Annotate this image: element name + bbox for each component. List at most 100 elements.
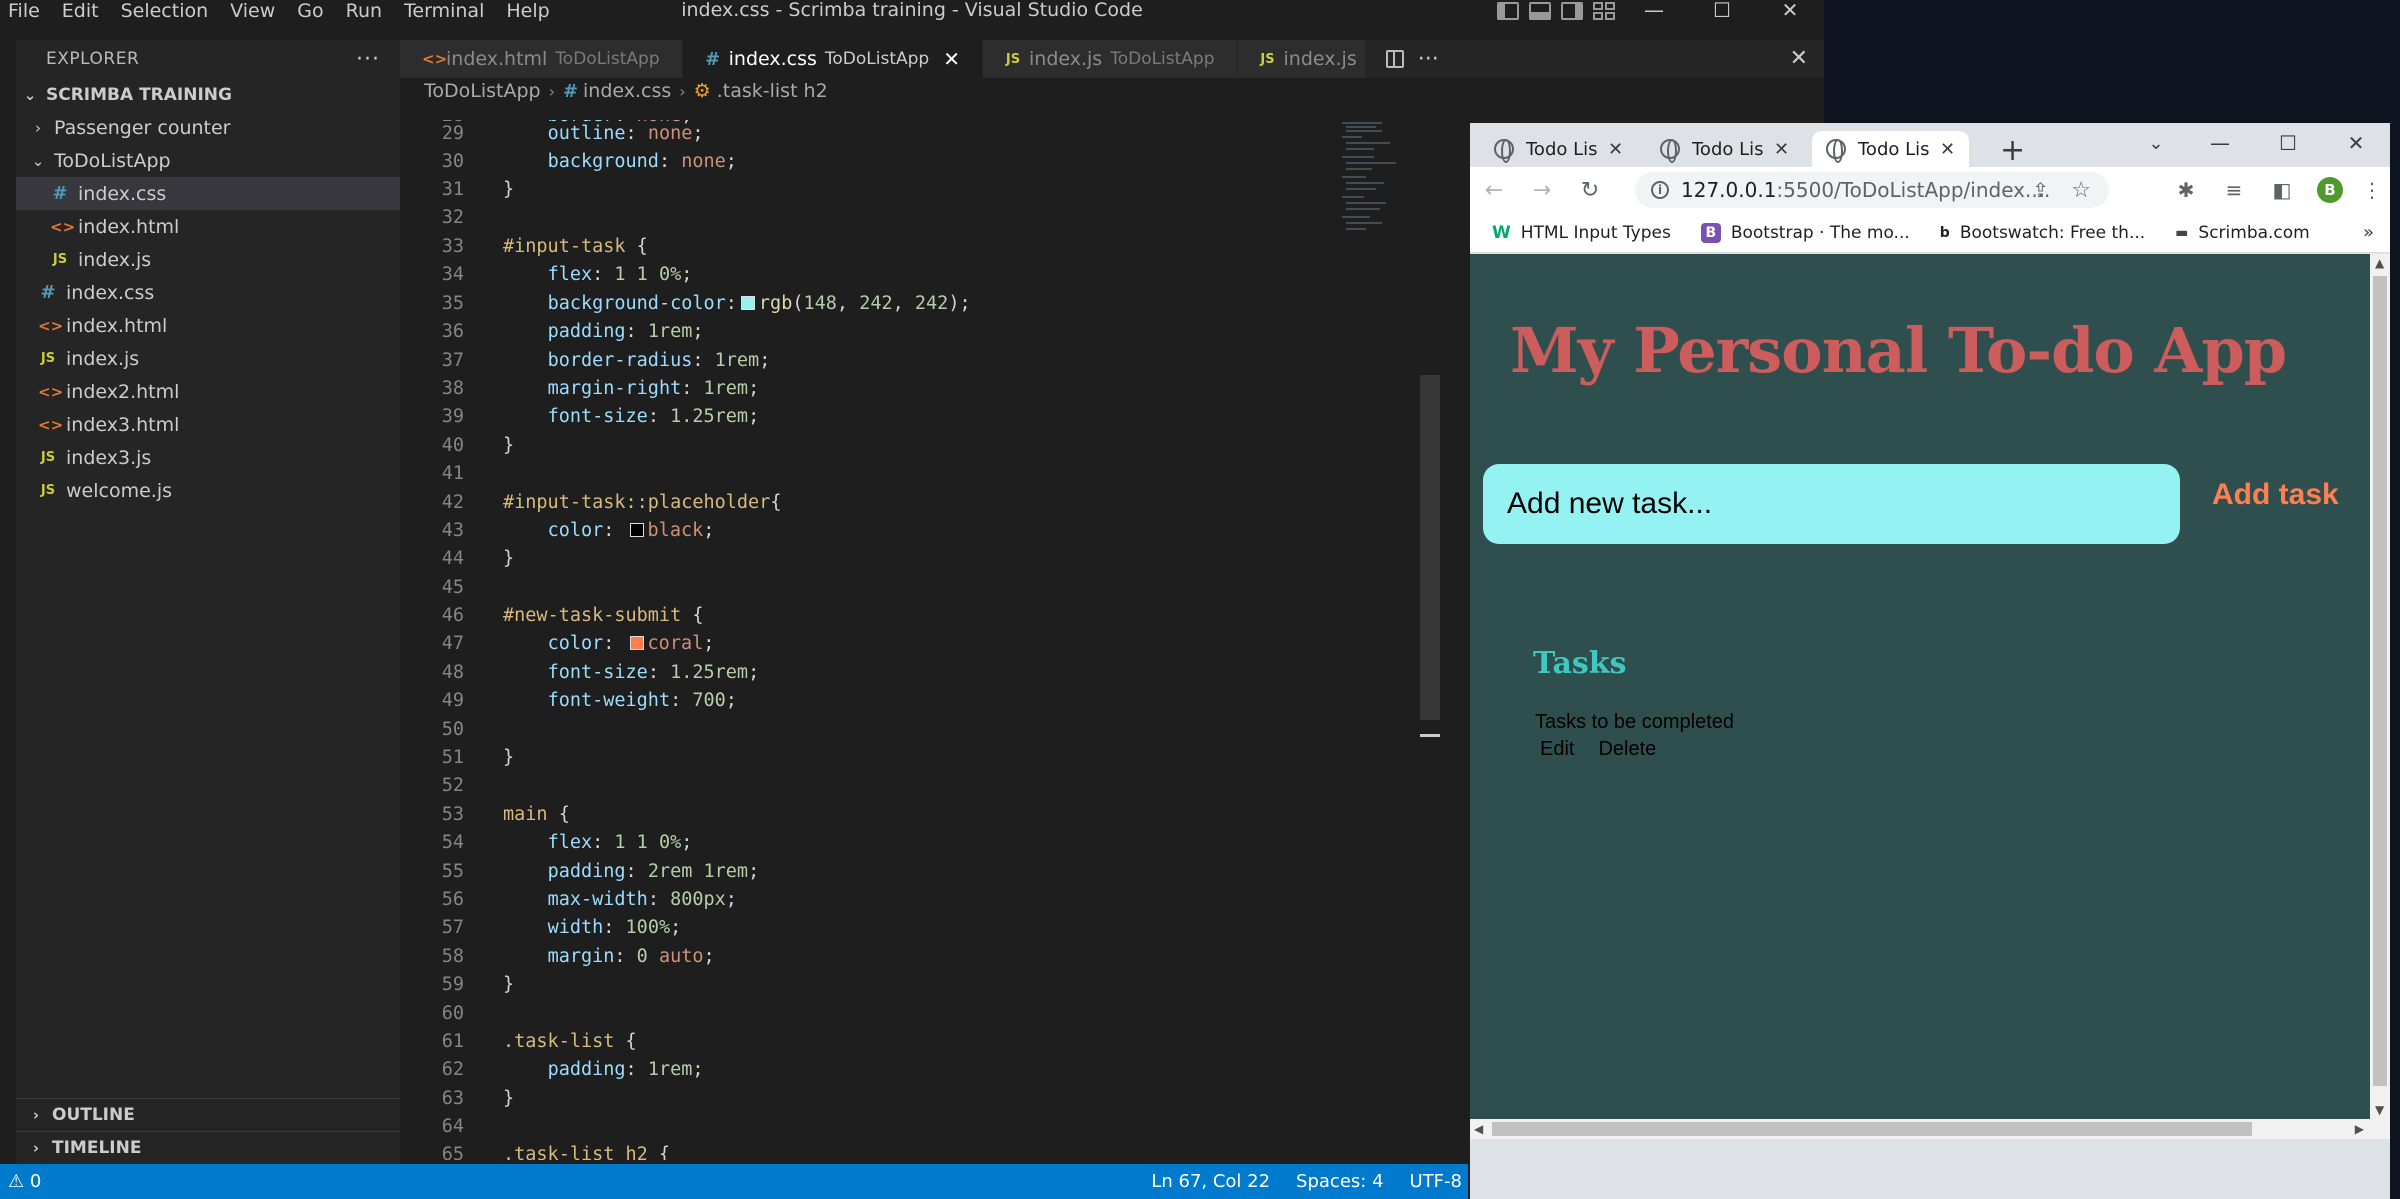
tree-file-index-html[interactable]: <> index.html bbox=[16, 309, 400, 342]
chrome-menu-icon[interactable]: ⋮ bbox=[2354, 178, 2390, 202]
task-actions: Edit Delete bbox=[1540, 738, 1680, 761]
menu-terminal[interactable]: Terminal bbox=[393, 0, 495, 22]
tab-index-css[interactable]: # index.css ToDoListApp ✕ bbox=[682, 40, 983, 78]
breadcrumb-file[interactable]: index.css bbox=[583, 80, 671, 102]
page-vertical-scrollbar[interactable]: ▲ ▼ bbox=[2370, 254, 2390, 1119]
close-tab-icon[interactable]: ✕ bbox=[1940, 139, 1955, 160]
chrome-tab-3[interactable]: Todo List ✕ bbox=[1812, 131, 1970, 167]
outline-panel-header[interactable]: › OUTLINE bbox=[16, 1098, 400, 1131]
reload-icon[interactable]: ↻ bbox=[1566, 178, 1614, 203]
code-editor[interactable]: 28 border: none; 29 outline: none; 30 ba… bbox=[400, 120, 1340, 1160]
close-tab-icon[interactable]: ✕ bbox=[1774, 139, 1789, 160]
editor-scrollbar[interactable] bbox=[1420, 375, 1440, 720]
scrollbar-thumb[interactable] bbox=[1492, 1122, 2252, 1136]
maximize-icon[interactable]: ☐ bbox=[1688, 0, 1756, 22]
new-task-input[interactable] bbox=[1483, 464, 2180, 544]
customize-layout-icon[interactable] bbox=[1593, 2, 1615, 20]
chrome-tab-2[interactable]: Todo List ✕ bbox=[1646, 131, 1803, 167]
back-icon[interactable]: ← bbox=[1470, 178, 1518, 203]
extensions-icon[interactable]: ✱ bbox=[2162, 178, 2210, 202]
side-panel-icon[interactable]: ◧ bbox=[2258, 178, 2306, 202]
tab-index-js[interactable]: JS index.js bbox=[1237, 40, 1366, 78]
scroll-right-icon[interactable]: ▶ bbox=[2355, 1122, 2364, 1136]
scroll-down-icon[interactable]: ▼ bbox=[2375, 1103, 2384, 1117]
color-swatch[interactable] bbox=[629, 523, 644, 537]
breadcrumb-folder[interactable]: ToDoListApp bbox=[424, 80, 541, 102]
chevron-down-icon: ⌄ bbox=[31, 151, 45, 170]
code-line: 42 #input-task::placeholder{ bbox=[441, 492, 782, 513]
indentation[interactable]: Spaces: 4 bbox=[1296, 1171, 1383, 1192]
tree-file-index-js[interactable]: JS index.js bbox=[16, 342, 400, 375]
tree-file-index-css[interactable]: # index.css bbox=[16, 276, 400, 309]
profile-avatar[interactable]: B bbox=[2317, 177, 2343, 203]
menu-run[interactable]: Run bbox=[335, 0, 393, 22]
tree-file-welcome-js[interactable]: JS welcome.js bbox=[16, 474, 400, 507]
tree-file-index3-html[interactable]: <> index3.html bbox=[16, 408, 400, 441]
encoding[interactable]: UTF-8 bbox=[1410, 1171, 1462, 1192]
split-editor-icon[interactable] bbox=[1385, 50, 1404, 68]
chrome-tab-1[interactable]: Todo List ✕ bbox=[1480, 131, 1637, 167]
color-swatch[interactable] bbox=[629, 636, 644, 650]
more-actions-icon[interactable]: ··· bbox=[356, 47, 380, 72]
add-task-button[interactable]: Add task bbox=[2212, 478, 2339, 512]
menu-file[interactable]: File bbox=[0, 0, 51, 22]
tree-folder-todolistapp[interactable]: ⌄ ToDoListApp bbox=[16, 144, 400, 177]
cursor-position[interactable]: Ln 67, Col 22 bbox=[1151, 1171, 1270, 1192]
breadcrumb-symbol[interactable]: .task-list h2 bbox=[717, 80, 828, 102]
toggle-panel-icon[interactable] bbox=[1529, 2, 1551, 20]
scroll-left-icon[interactable]: ◀ bbox=[1474, 1122, 1483, 1136]
bookmark-html-input-types[interactable]: W HTML Input Types bbox=[1492, 223, 1671, 243]
tree-folder-passenger-counter[interactable]: › Passenger counter bbox=[16, 111, 400, 144]
color-swatch[interactable] bbox=[740, 296, 755, 310]
maximize-icon[interactable]: ☐ bbox=[2254, 131, 2322, 155]
timeline-panel-header[interactable]: › TIMELINE bbox=[16, 1131, 400, 1164]
page-horizontal-scrollbar[interactable]: ◀ ▶ bbox=[1470, 1119, 2390, 1139]
explorer-title: EXPLORER bbox=[46, 49, 140, 69]
close-tab-icon[interactable]: ✕ bbox=[1608, 139, 1623, 160]
bookmark-bootswatch[interactable]: b Bootswatch: Free th... bbox=[1940, 223, 2145, 243]
minimize-icon[interactable]: — bbox=[2186, 131, 2254, 155]
tab-index-html[interactable]: <> index.html ToDoListApp bbox=[400, 40, 683, 78]
site-info-icon[interactable]: i bbox=[1651, 181, 1669, 199]
bookmark-bootstrap[interactable]: B Bootstrap · The mo... bbox=[1700, 222, 1910, 243]
close-tab-icon[interactable]: ✕ bbox=[943, 47, 960, 71]
menu-view[interactable]: View bbox=[219, 0, 286, 22]
app-title: My Personal To-do App bbox=[1510, 314, 2287, 387]
scroll-up-icon[interactable]: ▲ bbox=[2375, 256, 2384, 270]
more-actions-icon[interactable]: ··· bbox=[1418, 47, 1439, 72]
menu-edit[interactable]: Edit bbox=[51, 0, 110, 22]
page-viewport: My Personal To-do App Add task Tasks Tas… bbox=[1470, 254, 2370, 1119]
minimap[interactable] bbox=[1340, 120, 1450, 240]
media-controls-icon[interactable]: ≡ bbox=[2210, 178, 2258, 202]
new-tab-icon[interactable]: + bbox=[2000, 133, 2025, 168]
menu-go[interactable]: Go bbox=[286, 0, 334, 22]
problems-indicator[interactable]: ⚠ 0 bbox=[8, 1171, 41, 1192]
minimize-icon[interactable]: — bbox=[1620, 0, 1688, 22]
close-window-icon[interactable]: ✕ bbox=[1756, 0, 1824, 22]
address-bar[interactable]: i 127.0.0.1 :5500/ToDoListApp/index.... … bbox=[1635, 172, 2109, 208]
workspace-root[interactable]: ⌄ SCRIMBA TRAINING bbox=[16, 78, 400, 111]
scrollbar-thumb[interactable] bbox=[2373, 276, 2387, 1086]
close-editor-group-icon[interactable]: ✕ bbox=[1790, 40, 1808, 78]
bookmark-scrimba[interactable]: ▬ Scrimba.com bbox=[2175, 223, 2310, 243]
edit-button[interactable]: Edit bbox=[1540, 738, 1574, 761]
menu-selection[interactable]: Selection bbox=[110, 0, 220, 22]
more-bookmarks-icon[interactable]: » bbox=[2363, 222, 2374, 243]
tree-file-index3-js[interactable]: JS index3.js bbox=[16, 441, 400, 474]
bookmark-star-icon[interactable]: ☆ bbox=[2071, 178, 2091, 203]
tree-file-todolist-index-js[interactable]: JS index.js bbox=[16, 243, 400, 276]
tree-file-index2-html[interactable]: <> index2.html bbox=[16, 375, 400, 408]
tab-index-js-todolist[interactable]: JS index.js ToDoListApp bbox=[983, 40, 1238, 78]
menu-help[interactable]: Help bbox=[495, 0, 560, 22]
toggle-primary-sidebar-icon[interactable] bbox=[1497, 2, 1519, 20]
code-line: 40} bbox=[441, 435, 515, 456]
tree-file-todolist-index-html[interactable]: <> index.html bbox=[16, 210, 400, 243]
forward-icon[interactable]: → bbox=[1518, 178, 1566, 203]
toggle-secondary-sidebar-icon[interactable] bbox=[1561, 2, 1583, 20]
share-icon[interactable]: ⇪ bbox=[2032, 178, 2049, 202]
js-file-icon: JS bbox=[1005, 51, 1021, 67]
tab-search-icon[interactable]: ⌄ bbox=[2126, 133, 2186, 154]
close-window-icon[interactable]: ✕ bbox=[2322, 131, 2390, 155]
delete-button[interactable]: Delete bbox=[1598, 738, 1656, 761]
tree-file-todolist-index-css[interactable]: # index.css bbox=[16, 177, 400, 210]
